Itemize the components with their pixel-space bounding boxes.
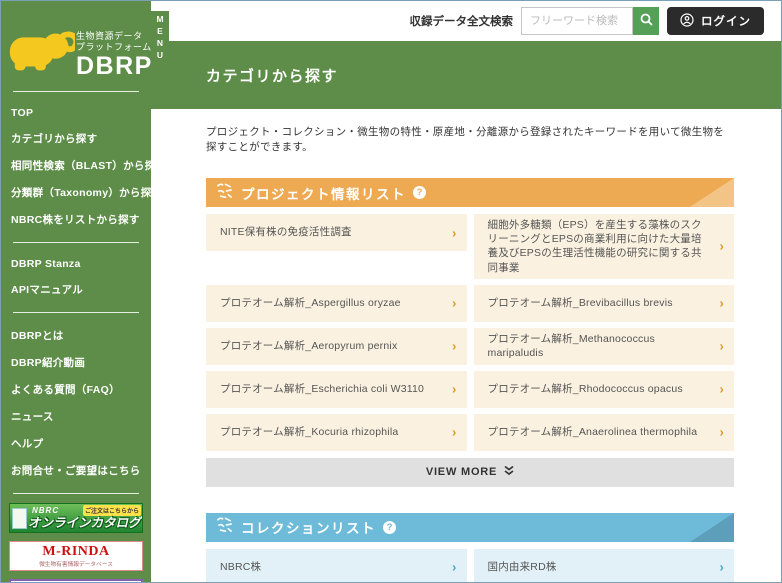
view-more-button[interactable]: VIEW MORE bbox=[206, 457, 734, 487]
project-items: NITE保有株の免疫活性調査 › 細胞外多糖類（EPS）を産生する藻株のスクリーニ… bbox=[206, 214, 734, 451]
sidebar-item-taxonomy[interactable]: 分類群（Taxonomy）から探す bbox=[1, 179, 162, 206]
page-content: プロジェクト・コレクション・微生物の特性・原産地・分離源から登録されたキーワード… bbox=[151, 109, 781, 582]
project-item-label: プロテオーム解析_Anaerolinea thermophila bbox=[487, 426, 698, 439]
chevron-right-icon: › bbox=[719, 424, 724, 440]
project-item-label: プロテオーム解析_Methanococcus maripaludis bbox=[487, 333, 655, 360]
project-item[interactable]: プロテオーム解析_Rhodococcus opacus › bbox=[473, 370, 734, 408]
brand-name: DBRP bbox=[76, 52, 153, 80]
search-button[interactable] bbox=[633, 7, 659, 35]
sidebar: 生物資源データ プラットフォーム DBRP TOP カテゴリから探す 相同性検索… bbox=[1, 1, 166, 582]
logo-text: 生物資源データ プラットフォーム DBRP bbox=[76, 25, 153, 80]
project-item-label: プロテオーム解析_Aeropyrum pernix bbox=[220, 340, 398, 353]
sidebar-item-top[interactable]: TOP bbox=[1, 101, 151, 125]
double-chevron-down-icon bbox=[504, 465, 514, 479]
sidebar-item-intro-video[interactable]: DBRP紹介動画 bbox=[1, 349, 151, 376]
project-item-label: プロテオーム解析_Escherichia coli W3110 bbox=[220, 383, 425, 396]
project-item[interactable]: プロテオーム解析_Anaerolinea thermophila › bbox=[473, 413, 734, 451]
user-icon bbox=[680, 12, 694, 30]
project-item-label: プロテオーム解析_Kocuria rhizophila bbox=[220, 426, 399, 439]
sidebar-item-blast[interactable]: 相同性検索（BLAST）から探す bbox=[1, 152, 166, 179]
sidebar-item-api-manual[interactable]: APIマニュアル bbox=[1, 276, 151, 303]
banner-nbrc-online-catalog[interactable]: NBRC ご注文はこちらから オンラインカタログ bbox=[9, 503, 143, 533]
main-area: 収録データ全文検索 ログイン bbox=[151, 1, 781, 582]
sidebar-nav: TOP カテゴリから探す 相同性検索（BLAST）から探す 分類群（Taxono… bbox=[1, 101, 166, 494]
chevron-right-icon: › bbox=[719, 559, 724, 575]
project-item-label: プロテオーム解析_Aspergillus oryzae bbox=[220, 297, 401, 310]
topbar: 収録データ全文検索 ログイン bbox=[151, 1, 781, 41]
sidebar-banners: NBRC ご注文はこちらから オンラインカタログ M-RINDA 微生物有害情報… bbox=[1, 503, 151, 582]
project-item-label: NITE保有株の免疫活性調査 bbox=[220, 226, 352, 239]
sidebar-item-nbrc-list[interactable]: NBRC株をリストから探す bbox=[1, 206, 151, 233]
sidebar-item-news[interactable]: ニュース bbox=[1, 403, 151, 430]
collection-items: NBRC株› 国内由来RD株› AJ株（味の素株式会社ライブラリ）› AJ株 A… bbox=[206, 548, 734, 582]
page-description: プロジェクト・コレクション・微生物の特性・原産地・分離源から登録されたキーワード… bbox=[206, 126, 725, 153]
sidebar-divider bbox=[13, 242, 139, 243]
project-item[interactable]: 細胞外多糖類（EPS）を産生する藻株のスクリーニングとEPSの商業利用に向けた大… bbox=[473, 214, 734, 279]
microbes-icon bbox=[215, 181, 234, 205]
sidebar-item-category[interactable]: カテゴリから探す bbox=[1, 125, 151, 152]
search-label: 収録データ全文検索 bbox=[409, 16, 514, 28]
collection-item[interactable]: NBRC株 › bbox=[206, 548, 467, 582]
collection-item-label: NBRC株 bbox=[220, 561, 262, 574]
sidebar-item-about[interactable]: DBRPとは bbox=[1, 322, 151, 349]
collection-list-header: コレクションリスト ? bbox=[206, 512, 734, 542]
collection-list-title: コレクションリスト bbox=[241, 521, 376, 537]
banner-mifu-safety[interactable]: MiFu Safety 微生物有害性遺伝子情報データベース bbox=[9, 579, 143, 582]
m-rinda-subtitle: 微生物有害情報データベース bbox=[39, 562, 113, 568]
project-item[interactable]: プロテオーム解析_Kocuria rhizophila › bbox=[206, 413, 467, 451]
logo-tagline-1: 生物資源データ bbox=[76, 31, 143, 41]
collection-list-section: コレクションリスト ? NBRC株› 国内由来RD株› AJ株（味の素株式会社ラ… bbox=[206, 512, 734, 582]
dbrp-window: 生物資源データ プラットフォーム DBRP TOP カテゴリから探す 相同性検索… bbox=[0, 0, 782, 583]
chevron-right-icon: › bbox=[451, 559, 457, 575]
page-title: カテゴリから探す bbox=[206, 67, 339, 85]
login-button[interactable]: ログイン bbox=[667, 7, 764, 35]
project-list-section: プロジェクト情報リスト ? NITE保有株の免疫活性調査 › 細胞外多糖類（EPS… bbox=[206, 178, 734, 487]
project-item[interactable]: プロテオーム解析_Aeropyrum pernix › bbox=[206, 327, 467, 365]
project-item[interactable]: プロテオーム解析_Methanococcus maripaludis › bbox=[473, 327, 734, 365]
login-label: ログイン bbox=[701, 16, 751, 28]
sidebar-divider bbox=[13, 493, 139, 494]
project-item-label: プロテオーム解析_Brevibacillus brevis bbox=[487, 297, 673, 310]
chevron-right-icon: › bbox=[451, 225, 457, 240]
magnifier-icon bbox=[640, 13, 653, 29]
project-item[interactable]: NITE保有株の免疫活性調査 › bbox=[206, 214, 467, 251]
sidebar-item-contact[interactable]: お問合せ・ご要望はこちら bbox=[1, 457, 151, 484]
project-item[interactable]: プロテオーム解析_Aspergillus oryzae › bbox=[206, 284, 467, 322]
chevron-right-icon: › bbox=[451, 424, 457, 440]
chevron-right-icon: › bbox=[451, 338, 457, 354]
sidebar-divider bbox=[13, 91, 139, 92]
chevron-right-icon: › bbox=[719, 238, 724, 254]
chevron-right-icon: › bbox=[451, 295, 457, 311]
page-header-band: カテゴリから探す bbox=[151, 41, 781, 109]
menu-tab[interactable]: MENU bbox=[151, 11, 169, 64]
collection-item[interactable]: 国内由来RD株 › bbox=[473, 548, 734, 582]
sidebar-item-stanza[interactable]: DBRP Stanza bbox=[1, 252, 151, 276]
sidebar-divider bbox=[13, 312, 139, 313]
project-item[interactable]: プロテオーム解析_Escherichia coli W3110 › bbox=[206, 370, 467, 408]
online-catalog-title: オンラインカタログ bbox=[28, 516, 141, 530]
microbes-icon bbox=[215, 515, 234, 539]
sidebar-item-help[interactable]: ヘルプ bbox=[1, 430, 151, 457]
chevron-right-icon: › bbox=[451, 381, 457, 397]
project-list-title: プロジェクト情報リスト bbox=[241, 186, 406, 202]
search-box bbox=[521, 7, 659, 35]
help-icon[interactable]: ? bbox=[413, 186, 426, 199]
project-list-header: プロジェクト情報リスト ? bbox=[206, 178, 734, 207]
chevron-right-icon: › bbox=[719, 338, 724, 354]
chevron-right-icon: › bbox=[719, 381, 724, 397]
dbrp-logo[interactable]: 生物資源データ プラットフォーム DBRP bbox=[1, 1, 151, 82]
chevron-right-icon: › bbox=[719, 295, 724, 311]
elephant-icon bbox=[7, 25, 80, 82]
view-more-label: VIEW MORE bbox=[425, 466, 498, 479]
collection-item-label: 国内由来RD株 bbox=[487, 561, 557, 574]
help-icon[interactable]: ? bbox=[383, 520, 396, 534]
search-input[interactable] bbox=[521, 7, 633, 35]
project-item[interactable]: プロテオーム解析_Brevibacillus brevis › bbox=[473, 284, 734, 322]
catalog-thumbnail bbox=[12, 508, 27, 529]
project-item-label: 細胞外多糖類（EPS）を産生する藻株のスクリーニングとEPSの商業利用に向けた大… bbox=[487, 219, 702, 274]
project-item-label: プロテオーム解析_Rhodococcus opacus bbox=[487, 383, 683, 396]
sidebar-item-faq[interactable]: よくある質問（FAQ） bbox=[1, 376, 151, 403]
m-rinda-title: M-RINDA bbox=[42, 544, 110, 559]
banner-m-rinda[interactable]: M-RINDA 微生物有害情報データベース bbox=[9, 541, 143, 571]
